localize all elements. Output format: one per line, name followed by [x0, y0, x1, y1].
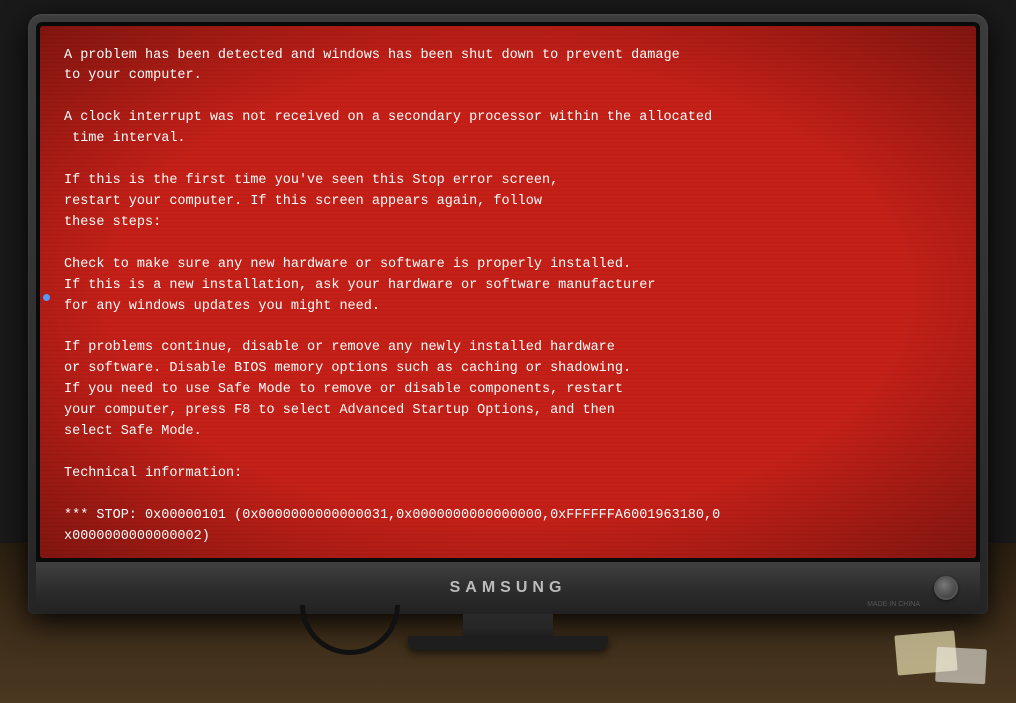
- monitor-outer: A problem has been detected and windows …: [28, 14, 988, 614]
- artifact-dot: [43, 294, 50, 301]
- monitor-stand-base: [408, 636, 608, 650]
- monitor-bottom-bar: SAMSUNG MADE IN CHINA: [36, 562, 980, 614]
- screen-bezel: A problem has been detected and windows …: [36, 22, 980, 562]
- bsod-text: A problem has been detected and windows …: [64, 46, 952, 548]
- power-button[interactable]: [934, 576, 958, 600]
- monitor-stand-neck: [463, 614, 553, 636]
- brand-label: SAMSUNG: [450, 579, 567, 597]
- monitor-markings: MADE IN CHINA: [867, 601, 920, 608]
- desk-item-paper2: [935, 647, 987, 685]
- monitor: A problem has been detected and windows …: [28, 14, 988, 650]
- bsod-screen: A problem has been detected and windows …: [40, 26, 976, 558]
